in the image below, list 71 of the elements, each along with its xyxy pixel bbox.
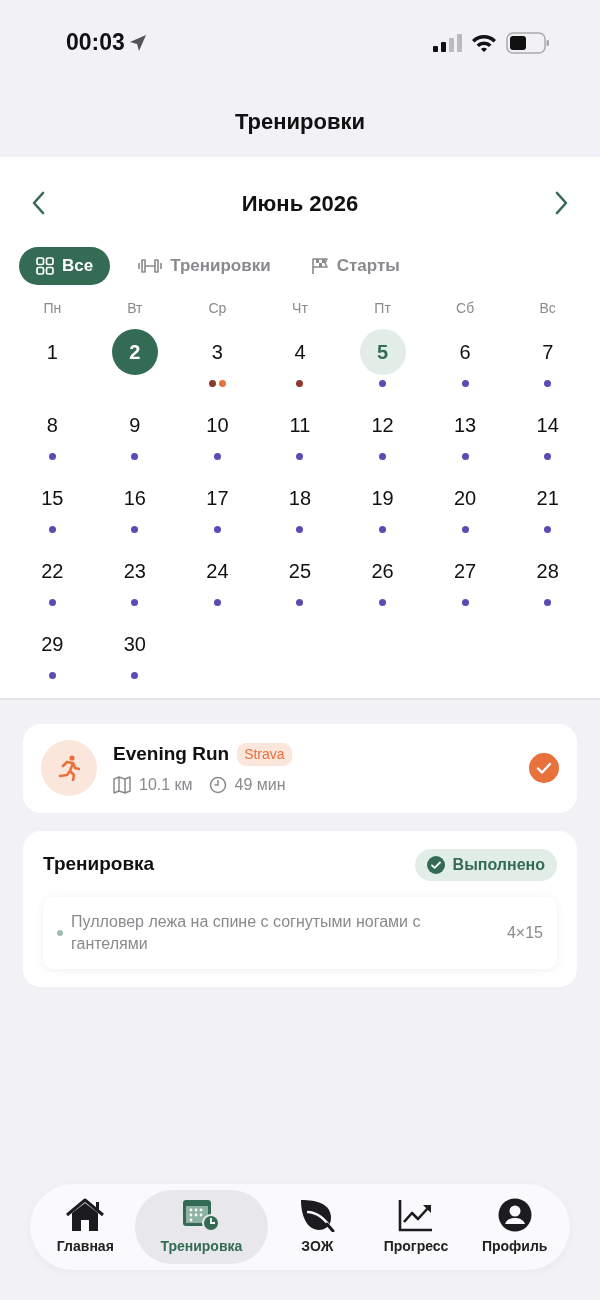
calendar-day[interactable]: 28 — [524, 548, 571, 594]
calendar-day[interactable]: 27 — [442, 548, 489, 594]
calendar-day[interactable]: 3 — [194, 329, 241, 375]
clock-icon — [208, 775, 227, 794]
exercise-name: Пулловер лежа на спине с согнутыми ногами с гантелями — [71, 911, 422, 954]
bullet-dot — [57, 929, 63, 936]
calendar-day[interactable]: 14 — [524, 402, 571, 448]
calendar-day[interactable]: 6 — [442, 329, 489, 375]
sets-reps-text: 4×15 — [506, 922, 543, 943]
calendar-day[interactable]: 24 — [194, 548, 241, 594]
calendar-day[interactable]: 11 — [277, 402, 323, 448]
completed-status: Выполнено — [414, 848, 557, 881]
signal-icon — [432, 32, 462, 53]
source-tag: Strava — [237, 742, 292, 766]
calendar-day[interactable]: 5 — [359, 329, 406, 375]
weekday-label: Пн — [42, 299, 63, 318]
chevron-left-icon — [31, 191, 45, 215]
flag-icon — [310, 257, 329, 275]
check-circle-icon — [426, 855, 445, 874]
weekday-label: Вс — [538, 299, 557, 318]
section-title: Тренировка — [43, 852, 155, 877]
battery-icon — [506, 31, 550, 54]
activity-title: Evening Run — [113, 742, 230, 766]
duration-text: 49 мин — [234, 774, 286, 795]
calendar-day[interactable]: 8 — [29, 402, 76, 448]
calendar-day[interactable]: 20 — [442, 475, 489, 521]
tab-bar-item[interactable]: Тренировка — [134, 1190, 268, 1264]
calendar-day[interactable]: 4 — [277, 329, 323, 375]
home-icon — [65, 1197, 106, 1232]
calendar-day[interactable]: 26 — [359, 548, 406, 594]
calendar-day[interactable]: 13 — [442, 402, 489, 448]
calendar-day[interactable]: 30 — [111, 621, 158, 667]
calendar-day[interactable]: 23 — [111, 548, 158, 594]
calendar-day[interactable]: 19 — [359, 475, 406, 521]
weekday-label: Сб — [455, 299, 476, 318]
tab-bar-item[interactable]: ЗОЖ — [268, 1190, 367, 1264]
weekday-label: Ср — [207, 299, 228, 318]
tab-bar-item[interactable]: Главная — [36, 1190, 135, 1264]
month-title: Июнь 2026 — [241, 189, 359, 218]
calendar-day[interactable]: 16 — [111, 475, 158, 521]
tab-bar-item[interactable]: Прогресс — [366, 1190, 466, 1264]
calendar-day[interactable]: 17 — [194, 475, 241, 521]
clock-time: 00:03 — [66, 28, 125, 58]
distance-text: 10.1 км — [139, 774, 193, 795]
weekday-label: Чт — [291, 299, 309, 318]
calendar-day[interactable]: 1 — [29, 329, 76, 375]
calendar-day[interactable]: 15 — [29, 475, 76, 521]
grid-icon — [36, 257, 54, 275]
page-title: Тренировки — [235, 107, 365, 136]
calendar-day[interactable]: 2 — [111, 329, 158, 375]
location-arrow-icon — [128, 33, 147, 52]
dumbbell-icon — [138, 258, 163, 274]
calendar-day[interactable]: 22 — [29, 548, 76, 594]
calendar-day[interactable]: 12 — [359, 402, 406, 448]
calendar-day[interactable]: 25 — [277, 548, 323, 594]
filter-tab[interactable]: Все — [19, 247, 111, 285]
calendar-day[interactable]: 21 — [524, 475, 571, 521]
exercise-row[interactable]: Пулловер лежа на спине с согнутыми ногами с гантелями 4×15 — [43, 896, 557, 970]
calendar-day[interactable]: 7 — [524, 329, 571, 375]
runner-icon — [58, 755, 80, 782]
tab-bar-item[interactable]: Профиль — [465, 1190, 564, 1264]
chevron-right-icon — [555, 191, 569, 215]
calendar-day[interactable]: 18 — [277, 475, 323, 521]
weekday-label: Вт — [126, 299, 144, 318]
calendar-day[interactable]: 29 — [29, 621, 76, 667]
calendar-day[interactable]: 9 — [111, 402, 158, 448]
calendar-day[interactable]: 10 — [194, 402, 241, 448]
map-icon — [113, 775, 131, 794]
weekday-label: Пт — [373, 299, 392, 318]
wifi-icon — [470, 32, 498, 53]
activity-card[interactable]: Evening Run Strava 10.1 км 49 мин — [23, 724, 577, 813]
